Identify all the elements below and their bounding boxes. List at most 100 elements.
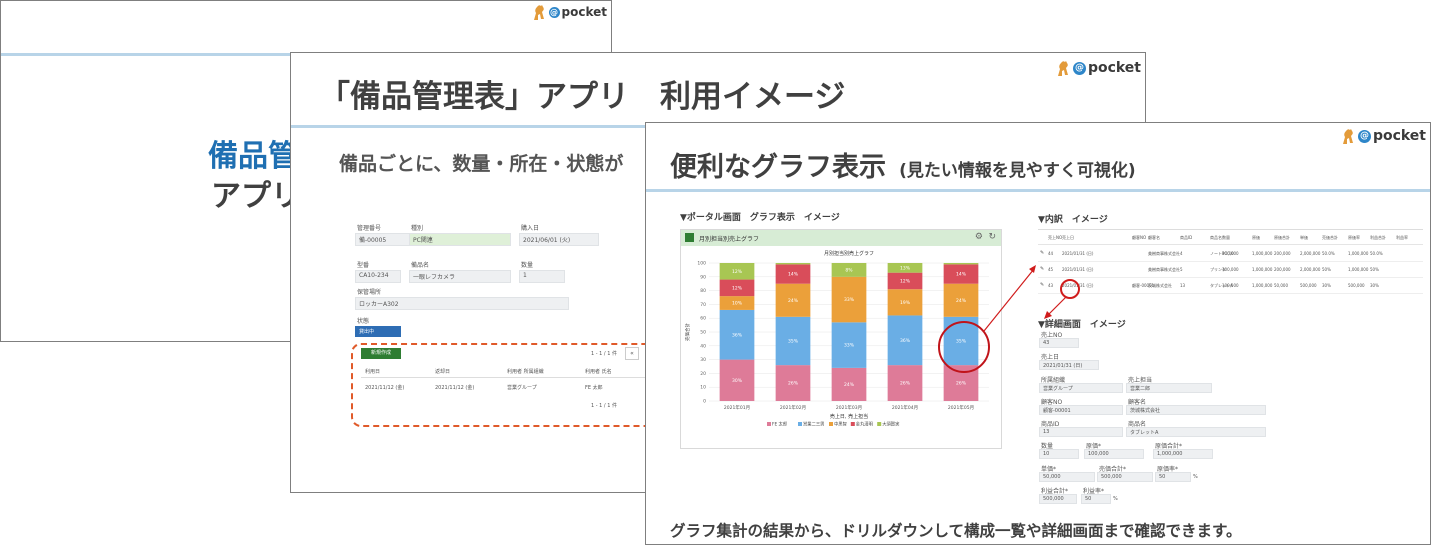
slide-subtitle: 備品ごとに、数量・所在・状態が — [339, 153, 624, 175]
breakdown-cell: 50,000 — [1274, 283, 1288, 288]
breakdown-col-header[interactable]: 原価 — [1252, 235, 1260, 241]
breakdown-col-header[interactable]: 商品名 — [1210, 235, 1222, 241]
org-value: 営業グループ — [1039, 383, 1123, 393]
edit-icon[interactable]: ✎ — [1040, 282, 1044, 288]
data-label: 8% — [845, 267, 853, 273]
edit-icon[interactable]: ✎ — [1040, 250, 1044, 256]
qty-label: 数量 — [521, 262, 534, 269]
breakdown-col-header[interactable]: 顧客NO — [1132, 235, 1146, 241]
y-tick-label: 100 — [697, 261, 706, 267]
data-label: 33% — [844, 297, 855, 303]
breakdown-cell: 30% — [1322, 283, 1331, 288]
breakdown-cell: 茨城株式会社 — [1148, 283, 1172, 288]
location-label: 保管場所 — [357, 289, 382, 296]
settings-icon[interactable]: ⚙ — [975, 232, 983, 242]
item-value: 一眼レフカメラ — [409, 270, 511, 283]
sales-no-value: 43 — [1039, 338, 1079, 348]
breakdown-cell: 100,000 — [1222, 267, 1239, 272]
breakdown-row[interactable]: ✎ 44 2021/01/31 (日) 美樹商事株式会社 4 ノートPC(10 100,00… — [1038, 246, 1423, 262]
legend-label: 営業二三男 — [803, 421, 824, 428]
title-rule — [646, 189, 1430, 192]
at-icon: @ — [1072, 61, 1086, 75]
model-value: CA10-234 — [355, 270, 401, 283]
breakdown-col-header[interactable]: 数量 — [1222, 235, 1230, 241]
callout-circle-row — [1060, 279, 1080, 299]
y-tick-label: 0 — [703, 399, 706, 405]
prod-id-value: 13 — [1039, 427, 1123, 437]
breakdown-col-header[interactable]: 単価 — [1300, 235, 1308, 241]
breakdown-col-header[interactable]: 利益合計 — [1370, 235, 1386, 241]
cost-value: 100,000 — [1084, 449, 1144, 459]
data-label: 24% — [956, 298, 967, 304]
y-axis-label: 売価合計 — [684, 323, 691, 341]
breakdown-col-header[interactable]: 売上日 — [1062, 235, 1074, 241]
refresh-icon[interactable]: ↻ — [988, 232, 996, 242]
chart-icon — [685, 233, 694, 242]
data-label: 24% — [788, 298, 799, 304]
breakdown-cell: 500,000 — [1348, 283, 1365, 288]
y-tick-label: 60 — [700, 316, 706, 322]
edit-icon[interactable]: ✎ — [1040, 266, 1044, 272]
breakdown-col-header[interactable]: 原価率 — [1348, 235, 1360, 241]
breakdown-col-header[interactable]: 利益率 — [1396, 235, 1408, 241]
y-tick-label: 90 — [700, 274, 706, 280]
slide-title: 便利なグラフ表示 (見たい情報を見やすく可視化) — [670, 145, 1136, 184]
chart-panel-header: 月別担当別売上グラフ ⚙ ↻ — [681, 230, 1001, 246]
data-label: 26% — [788, 381, 799, 387]
sales-date-value: 2021/01/31 (日) — [1039, 360, 1099, 370]
title-main: 便利なグラフ表示 — [670, 152, 886, 183]
y-tick-label: 30 — [700, 357, 706, 363]
breakdown-cell: 500,000 — [1300, 283, 1317, 288]
col-user-org[interactable]: 利用者 所属組織 — [507, 368, 544, 375]
data-label: 35% — [788, 338, 799, 344]
new-record-button[interactable]: 新規作成 — [361, 348, 401, 359]
cust-no-value: 顧客-00001 — [1039, 405, 1123, 415]
breakdown-table: 売上NO 売上日 顧客NO 顧客名 商品ID 商品名 数量 原価 原価合計 単価 売価合計 原価率 利益… — [1038, 229, 1423, 300]
breakdown-cell: 1,000,000 — [1252, 267, 1273, 272]
mgmt-no-value: 備-00005 — [355, 233, 415, 246]
callout-circle-bar — [938, 321, 990, 373]
cost-total-value: 1,000,000 — [1153, 449, 1213, 459]
cust-name-value: 茨城株式会社 — [1126, 405, 1266, 415]
legend-label: 中黒智 — [834, 421, 847, 428]
data-label: 12% — [900, 278, 911, 284]
profit-rate-unit: % — [1113, 496, 1118, 502]
legend-swatch — [767, 422, 771, 426]
breakdown-cell: 1,000,000 — [1348, 267, 1369, 272]
portal-label: ▼ポータル画面 グラフ表示 イメージ — [680, 213, 840, 223]
profit-rate-value: 50 — [1081, 494, 1111, 504]
data-label: 10% — [732, 301, 743, 307]
breakdown-col-header[interactable]: 顧客名 — [1148, 235, 1160, 241]
breakdown-cell: 50.0% — [1370, 251, 1383, 256]
col-use-date[interactable]: 利用日 — [365, 368, 380, 375]
cell-user-name: FE 太郎 — [585, 385, 603, 391]
col-user-name[interactable]: 利用者 氏名 — [585, 368, 612, 375]
x-tick-label: 2021年05月 — [948, 404, 974, 411]
col-return-date[interactable]: 返却日 — [435, 368, 450, 375]
at-icon: @ — [548, 6, 560, 18]
prod-name-value: タブレットA — [1126, 427, 1266, 437]
breakdown-row[interactable]: ✎ 43 2021/01/31 (日) 顧客-00001 茨城株式会社 13 タブレットA 1… — [1038, 278, 1423, 294]
qty-value: 1 — [519, 270, 565, 283]
breakdown-row[interactable]: ✎ 45 2021/01/31 (日) 美樹商事株式会社 5 プリンタ 100,000 1,0… — [1038, 262, 1423, 278]
type-value: PC関連 — [409, 233, 511, 246]
pager-prev-button[interactable]: « — [625, 347, 639, 360]
data-label: 33% — [844, 343, 855, 349]
breakdown-col-header[interactable]: 商品ID — [1180, 235, 1192, 241]
data-label: 24% — [844, 382, 855, 388]
slide-front: @ pocket 便利なグラフ表示 (見たい情報を見やすく可視化) ▼ポータル画… — [645, 122, 1431, 545]
breakdown-col-header[interactable]: 売価合計 — [1322, 235, 1338, 241]
x-axis-label: 売上日, 売上担当 — [830, 413, 868, 420]
data-label: 14% — [788, 272, 799, 278]
cost-rate-value: 50 — [1155, 472, 1191, 482]
pocket-logo: @ pocket — [1055, 59, 1141, 77]
pager-top: 1 - 1 / 1 件 — [591, 351, 617, 357]
breakdown-col-header[interactable]: 売上NO — [1048, 235, 1062, 241]
chart-title: 月別担当別売上グラフ — [824, 250, 874, 257]
breakdown-col-header[interactable]: 原価合計 — [1274, 235, 1290, 241]
cost-rate-unit: % — [1193, 474, 1198, 480]
x-tick-label: 2021年03月 — [836, 404, 862, 411]
person-value: 営業二郎 — [1126, 383, 1212, 393]
status-label: 状態 — [357, 318, 370, 325]
data-label: 30% — [732, 378, 743, 384]
